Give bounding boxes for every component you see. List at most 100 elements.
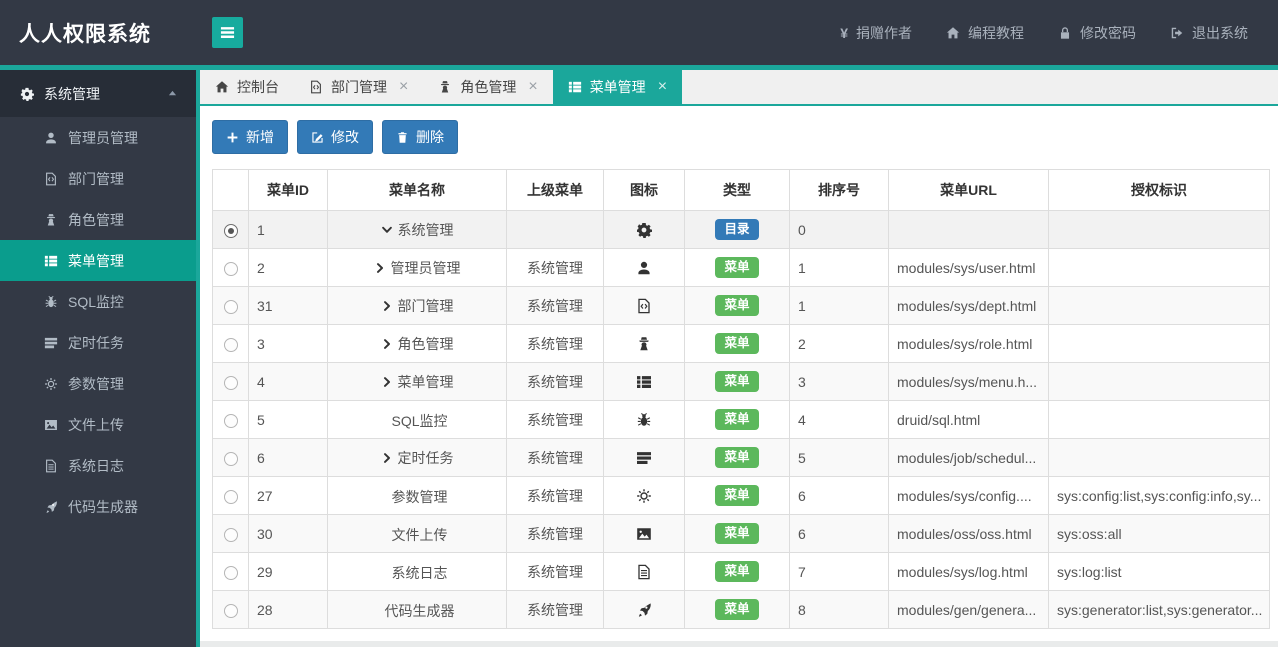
cell-menu-id: 5 (248, 400, 328, 439)
cell-perms (1048, 400, 1270, 439)
th-list-icon (568, 81, 581, 93)
user-secret-icon (46, 213, 56, 226)
table-row[interactable]: 3 角色管理 系统管理 菜单 2 modules/sys/role.html (212, 324, 1270, 363)
table-row[interactable]: 6 定时任务 系统管理 菜单 5 modules/job/schedul... (212, 438, 1270, 477)
tab-home[interactable]: 控制台 (200, 70, 294, 104)
trash-button[interactable]: 删除 (382, 120, 458, 154)
table-row[interactable]: 5 SQL监控 系统管理 菜单 4 druid/sql.html (212, 400, 1270, 439)
tab-th-list[interactable]: 菜单管理 × (552, 70, 683, 104)
header-nav-link-sign-out[interactable]: 退出系统 (1170, 23, 1248, 43)
nav-link-label: 退出系统 (1192, 24, 1248, 41)
sidebar-item-rocket[interactable]: 代码生成器 (0, 486, 196, 527)
toolbar-button-label: 新增 (246, 129, 274, 145)
tab-close-icon[interactable]: × (399, 79, 408, 95)
tab-close-icon[interactable]: × (658, 79, 667, 95)
cell-parent-menu: 系统管理 (506, 362, 604, 401)
sidebar-item-tasks[interactable]: 定时任务 (0, 322, 196, 363)
row-radio[interactable] (223, 413, 238, 428)
tab-file-code[interactable]: 部门管理 × (294, 70, 423, 104)
header-nav-link-yen[interactable]: ¥ 捐赠作者 (840, 23, 912, 43)
nav-link-label: 编程教程 (968, 24, 1024, 41)
type-badge: 菜单 (715, 295, 759, 316)
file-code-icon (46, 172, 56, 185)
cell-perms: sys:generator:list,sys:generator... (1048, 590, 1270, 629)
row-radio[interactable] (223, 299, 238, 314)
cell-order: 7 (789, 552, 889, 591)
table-row[interactable]: 29 系统日志 系统管理 菜单 7 modules/sys/log.html s… (212, 552, 1270, 591)
menu-table: 菜单ID 菜单名称 上级菜单 图标 类型 排序号 菜单URL 授权标识 1 系统管理 目录 0… (212, 169, 1270, 629)
type-badge: 菜单 (715, 333, 759, 354)
cell-perms (1048, 248, 1270, 287)
table-row[interactable]: 30 文件上传 系统管理 菜单 6 modules/oss/oss.html s… (212, 514, 1270, 553)
cell-perms: sys:log:list (1048, 552, 1270, 591)
sidebar-item-file-text[interactable]: 系统日志 (0, 445, 196, 486)
column-header: 菜单ID (248, 169, 328, 211)
table-row[interactable]: 28 代码生成器 系统管理 菜单 8 modules/gen/genera...… (212, 590, 1270, 629)
sidebar-group-system[interactable]: 系统管理 (0, 70, 196, 117)
table-row[interactable]: 27 参数管理 系统管理 菜单 6 modules/sys/config....… (212, 476, 1270, 515)
user-secret-icon (639, 337, 649, 351)
cell-menu-id: 28 (248, 590, 328, 629)
cell-menu-id: 29 (248, 552, 328, 591)
row-radio[interactable] (223, 451, 238, 466)
table-row[interactable]: 2 管理员管理 系统管理 菜单 1 modules/sys/user.html (212, 248, 1270, 287)
row-radio[interactable] (223, 223, 238, 238)
cell-menu-id: 30 (248, 514, 328, 553)
caret-right-chev-icon (383, 300, 390, 311)
row-radio[interactable] (223, 261, 238, 276)
table-row[interactable]: 1 系统管理 目录 0 (212, 210, 1270, 249)
file-text-icon (46, 459, 56, 472)
cell-menu-name: 部门管理 (397, 297, 454, 314)
table-row[interactable]: 4 菜单管理 系统管理 菜单 3 modules/sys/menu.h... (212, 362, 1270, 401)
image-icon (637, 528, 651, 540)
cell-parent-menu: 系统管理 (506, 248, 604, 287)
cell-parent-menu: 系统管理 (506, 324, 604, 363)
cell-menu-name: 系统日志 (391, 565, 448, 581)
sidebar-item-user-secret[interactable]: 角色管理 (0, 199, 196, 240)
sidebar-item-label: 参数管理 (68, 375, 124, 392)
row-radio[interactable] (223, 489, 238, 504)
sidebar-item-file-code[interactable]: 部门管理 (0, 158, 196, 199)
cell-url: druid/sql.html (888, 400, 1049, 439)
sidebar-item-image[interactable]: 文件上传 (0, 404, 196, 445)
cell-parent-menu: 系统管理 (506, 286, 604, 325)
header-nav-link-home[interactable]: 编程教程 (946, 23, 1024, 43)
sidebar-item-sun[interactable]: 参数管理 (0, 363, 196, 404)
tab-user-secret[interactable]: 角色管理 × (423, 70, 552, 104)
cell-order: 1 (789, 248, 889, 287)
column-header: 菜单名称 (327, 169, 507, 211)
cell-perms: sys:config:list,sys:config:info,sy... (1048, 476, 1270, 515)
tab-close-icon[interactable]: × (528, 79, 537, 95)
trash-icon (398, 131, 407, 143)
caret-right-chev-icon (376, 262, 383, 273)
edit-button[interactable]: 修改 (297, 120, 373, 154)
header-nav-link-lock[interactable]: 修改密码 (1058, 23, 1136, 43)
type-badge: 菜单 (715, 409, 759, 430)
row-radio[interactable] (223, 565, 238, 580)
sidebar-item-label: 管理员管理 (68, 129, 138, 146)
sidebar-item-th-list[interactable]: 菜单管理 (0, 240, 196, 281)
cell-url (888, 210, 1049, 249)
sidebar-item-bug[interactable]: SQL监控 (0, 281, 196, 322)
cell-url: modules/sys/config.... (888, 476, 1049, 515)
type-badge: 菜单 (715, 561, 759, 582)
row-radio[interactable] (223, 603, 238, 618)
cell-order: 5 (789, 438, 889, 477)
row-radio[interactable] (223, 375, 238, 390)
row-radio[interactable] (223, 337, 238, 352)
cell-url: modules/sys/user.html (888, 248, 1049, 287)
cell-parent-menu (506, 210, 604, 249)
row-radio[interactable] (223, 527, 238, 542)
bars-icon (220, 25, 235, 40)
cell-order: 2 (789, 324, 889, 363)
plus-button[interactable]: 新增 (212, 120, 288, 154)
cell-order: 6 (789, 514, 889, 553)
bug-icon (45, 295, 57, 307)
sidebar-toggle-button[interactable] (212, 17, 243, 48)
sidebar-item-label: 角色管理 (68, 211, 124, 228)
nav-link-label: 修改密码 (1080, 24, 1136, 41)
sidebar-item-user[interactable]: 管理员管理 (0, 117, 196, 158)
table-row[interactable]: 31 部门管理 系统管理 菜单 1 modules/sys/dept.html (212, 286, 1270, 325)
bug-icon (637, 413, 651, 426)
cell-url: modules/sys/role.html (888, 324, 1049, 363)
